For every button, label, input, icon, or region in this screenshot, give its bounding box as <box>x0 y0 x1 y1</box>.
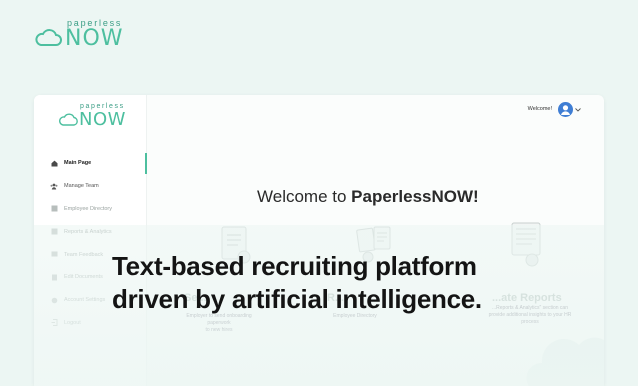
feedback-icon <box>50 251 58 259</box>
cloud-logo-icon <box>35 29 62 46</box>
cloud-logo-icon <box>59 113 78 126</box>
sidebar-item-label: Manage Team <box>64 183 99 190</box>
decorative-cloud-icon <box>526 337 604 386</box>
page-title: Welcome to PaperlessNOW! <box>257 187 479 207</box>
sidebar-item-label: Team Feedback <box>64 251 104 258</box>
documents-icon <box>50 273 58 281</box>
team-icon <box>50 182 58 190</box>
avatar[interactable] <box>558 102 573 117</box>
sidebar-logo[interactable]: paperless NOW <box>58 101 138 131</box>
page-title-brand: PaperlessNOW! <box>351 187 479 206</box>
logout-icon <box>50 319 58 327</box>
app-window: paperless NOW Main Page Manage Team Empl… <box>34 95 604 386</box>
hero-headline-line1: Text-based recruiting platform <box>112 251 477 281</box>
sidebar-item-label: Logout <box>64 319 81 326</box>
hero-headline-line2: driven by artificial intelligence. <box>112 284 482 314</box>
feature-desc-line: to new hires <box>205 327 233 333</box>
sidebar-item-label: Reports & Analytics <box>64 228 112 235</box>
sidebar-item-label: Account Settings <box>64 297 106 304</box>
sidebar-item-label: Edit Documents <box>64 274 103 281</box>
directory-icon <box>50 205 58 213</box>
brand-word-big: NOW <box>79 109 126 130</box>
page-title-prefix: Welcome to <box>257 187 352 206</box>
home-icon <box>50 159 58 167</box>
reports-icon <box>50 228 58 236</box>
sidebar-item-main-page[interactable]: Main Page <box>34 152 147 175</box>
brand-word-big: NOW <box>65 26 124 51</box>
brand-logo: paperless NOW <box>34 18 144 52</box>
welcome-text: Welcome! <box>527 106 552 112</box>
user-icon <box>561 105 570 115</box>
settings-icon <box>50 296 58 304</box>
sidebar-item-label: Main Page <box>64 160 92 167</box>
chevron-down-icon[interactable] <box>575 108 581 112</box>
hero-headline: Text-based recruiting platform driven by… <box>112 250 572 316</box>
sidebar-item-employee-directory[interactable]: Employee Directory <box>34 198 147 221</box>
sidebar-item-label: Employee Directory <box>64 205 112 212</box>
feature-desc-onboarding: Employer to send onboarding paperwork to… <box>174 313 264 334</box>
sidebar-item-reports-analytics[interactable]: Reports & Analytics <box>34 220 147 243</box>
sidebar-item-manage-team[interactable]: Manage Team <box>34 175 147 198</box>
sidebar: paperless NOW Main Page Manage Team Empl… <box>34 95 147 386</box>
